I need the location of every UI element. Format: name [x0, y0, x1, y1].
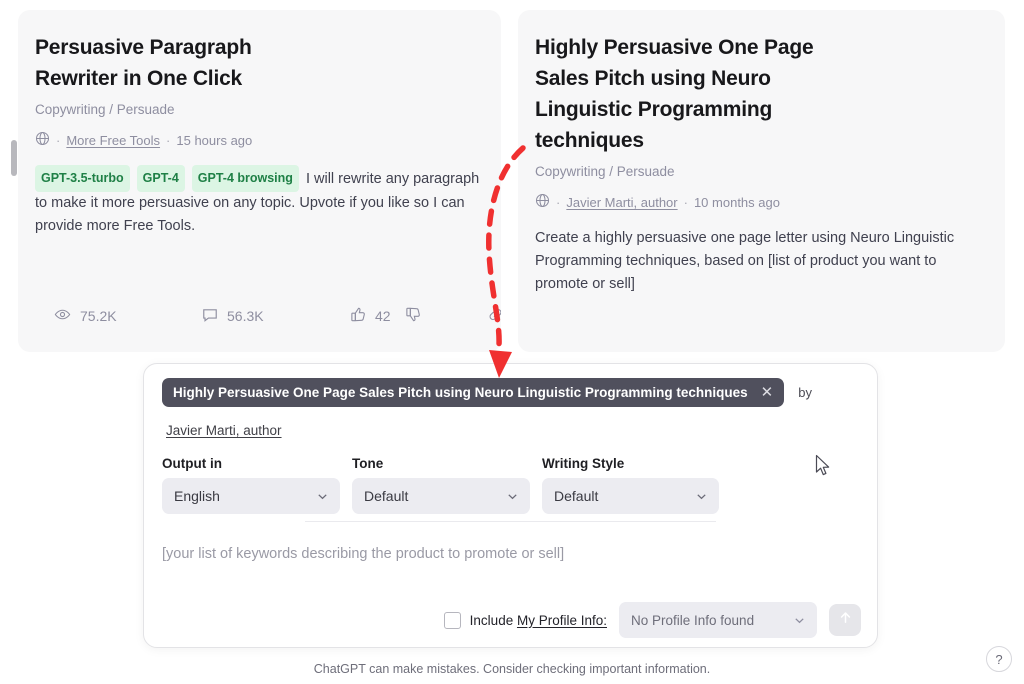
- model-tag: GPT-3.5-turbo: [35, 165, 130, 192]
- selected-prompt-label: Highly Persuasive One Page Sales Pitch u…: [173, 385, 748, 400]
- comments-count: 56.3K: [227, 308, 264, 324]
- votes-count: 42: [375, 308, 391, 324]
- views-count: 75.2K: [80, 308, 117, 324]
- field-label: Tone: [352, 456, 384, 471]
- selected-prompt-row: Highly Persuasive One Page Sales Pitch u…: [144, 364, 877, 407]
- prompt-card-right[interactable]: Highly Persuasive One Page Sales Pitch u…: [518, 10, 1005, 352]
- card-title: Persuasive Paragraph Rewriter in One Cli…: [35, 36, 252, 90]
- meta-separator-2: ·: [166, 132, 171, 148]
- card-description: GPT-3.5-turbo GPT-4 GPT-4 browsing I will r…: [35, 165, 483, 238]
- by-label: by: [798, 385, 812, 400]
- comments-stat: 56.3K: [202, 307, 350, 326]
- field-writing-style: Writing Style Default: [542, 456, 719, 514]
- profile-info-select[interactable]: No Profile Info found: [619, 602, 817, 638]
- send-button[interactable]: [829, 604, 861, 636]
- field-label: Output in: [162, 456, 222, 471]
- include-profile-label: Include My Profile Info:: [470, 613, 607, 628]
- card-meta: · Javier Marti, author · 10 months ago: [535, 193, 987, 211]
- thumbs-down-icon[interactable]: [405, 306, 422, 326]
- include-prefix-text: Include: [469, 612, 517, 628]
- page-scrollbar-thumb[interactable]: [11, 140, 17, 176]
- eye-icon: [54, 306, 71, 326]
- field-tone: Tone Default: [352, 456, 530, 514]
- section-divider: [305, 521, 716, 522]
- card-title: Highly Persuasive One Page Sales Pitch u…: [535, 36, 814, 152]
- card-category: Copywriting / Persuade: [35, 102, 175, 117]
- copy-link-stat[interactable]: [487, 306, 501, 326]
- globe-icon: [35, 131, 50, 149]
- output-language-select[interactable]: English: [162, 478, 340, 514]
- profile-select-value: No Profile Info found: [631, 612, 755, 628]
- options-fields: Output in English Tone Default Writing S…: [162, 456, 877, 514]
- meta-separator-1: ·: [556, 194, 561, 210]
- card-source-link[interactable]: More Free Tools: [66, 133, 160, 148]
- card-stats: 75.2K 56.3K 42: [54, 306, 501, 326]
- field-label: Writing Style: [542, 456, 625, 471]
- select-value: English: [174, 488, 220, 504]
- meta-separator-1: ·: [56, 132, 61, 148]
- chevron-down-icon: [793, 614, 806, 630]
- chevron-down-icon: [695, 490, 708, 506]
- close-icon[interactable]: ✕: [761, 385, 774, 400]
- votes-stat: 42: [350, 306, 422, 326]
- tone-select[interactable]: Default: [352, 478, 530, 514]
- prompt-card-left[interactable]: Persuasive Paragraph Rewriter in One Cli…: [18, 10, 501, 352]
- select-value: Default: [364, 488, 409, 504]
- link-icon[interactable]: [487, 306, 501, 326]
- select-value: Default: [554, 488, 599, 504]
- keywords-input-placeholder[interactable]: [your list of keywords describing the pr…: [162, 546, 564, 562]
- selected-prompt-chip[interactable]: Highly Persuasive One Page Sales Pitch u…: [162, 378, 785, 407]
- views-stat: 75.2K: [54, 306, 202, 326]
- page-scrollbar-track[interactable]: [9, 0, 17, 684]
- help-button[interactable]: ?: [986, 646, 1012, 672]
- meta-separator-2: ·: [683, 194, 688, 210]
- app-root: Persuasive Paragraph Rewriter in One Cli…: [0, 0, 1024, 684]
- question-mark-icon: ?: [995, 651, 1003, 667]
- field-output-in: Output in English: [162, 456, 340, 514]
- chevron-down-icon: [316, 490, 329, 506]
- model-tag: GPT-4 browsing: [191, 165, 299, 192]
- model-tag: GPT-4: [136, 165, 185, 192]
- thumbs-up-icon[interactable]: [350, 306, 367, 326]
- card-time: 10 months ago: [693, 194, 780, 210]
- comment-icon: [202, 307, 218, 326]
- prompt-author-link[interactable]: Javier Marti, author: [166, 423, 282, 438]
- card-category: Copywriting / Persuade: [535, 164, 675, 179]
- disclaimer-text: ChatGPT can make mistakes. Consider chec…: [313, 662, 711, 676]
- card-time: 15 hours ago: [176, 132, 253, 148]
- prompt-composer-panel: Highly Persuasive One Page Sales Pitch u…: [143, 363, 878, 648]
- card-source-link[interactable]: Javier Marti, author: [566, 195, 677, 210]
- globe-icon: [535, 193, 550, 211]
- arrow-up-icon: [837, 609, 854, 631]
- my-profile-info-link[interactable]: My Profile Info:: [517, 613, 607, 628]
- writing-style-select[interactable]: Default: [542, 478, 719, 514]
- include-profile-checkbox[interactable]: [443, 611, 461, 629]
- card-meta: · More Free Tools · 15 hours ago: [35, 131, 483, 149]
- chevron-down-icon: [506, 490, 519, 506]
- card-description: Create a highly persuasive one page lett…: [535, 227, 987, 296]
- composer-bottom-row: Include My Profile Info: No Profile Info…: [144, 602, 877, 638]
- card-description-text: Create a highly persuasive one page lett…: [535, 230, 955, 292]
